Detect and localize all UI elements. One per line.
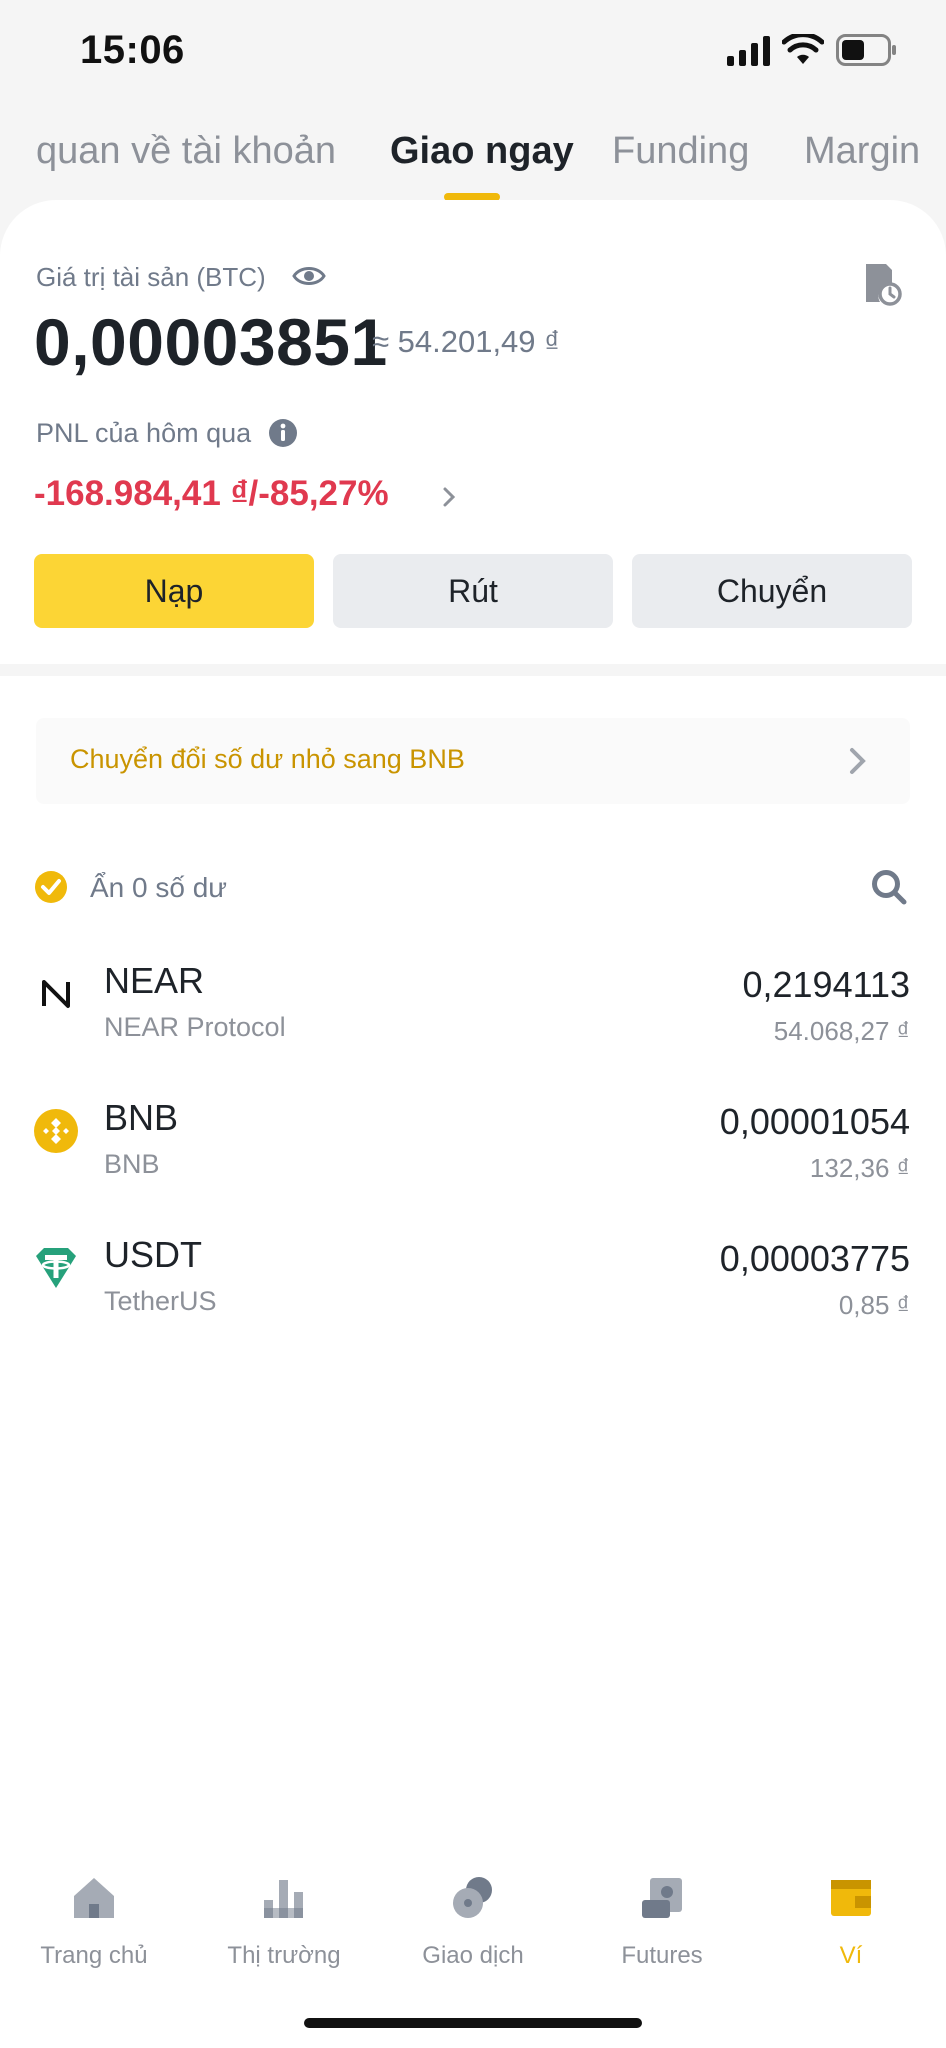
convert-banner-text: Chuyển đổi số dư nhỏ sang BNB [70, 744, 465, 774]
coin-symbol: NEAR [104, 960, 205, 1001]
nav-item-markets[interactable]: Thị trường [194, 1860, 374, 1970]
pnl-value[interactable]: -168.984,41 ₫/-85,27% [34, 474, 389, 514]
hide-zero-balance-row: Ẩn 0 số dư [0, 864, 946, 924]
nav-item-trade[interactable]: Giao dịch [383, 1860, 563, 1970]
nav-label: Ví [839, 1942, 863, 1969]
usdt-icon [36, 1248, 76, 1288]
wallet-icon [831, 1880, 871, 1916]
nav-item-wallet[interactable]: Ví [761, 1860, 941, 1970]
wallet-tabs: quan về tài khoản Giao ngay Funding Marg… [0, 120, 946, 201]
signal-icon [727, 36, 770, 66]
tab-overview[interactable]: quan về tài khoản [36, 130, 336, 173]
markets-icon [264, 1880, 303, 1918]
btc-balance: 0,00003851 [34, 305, 388, 379]
coin-symbol: USDT [104, 1234, 202, 1275]
coin-fiat-value: 54.068,27 ₫ [773, 1016, 910, 1046]
home-icon [74, 1878, 114, 1918]
info-icon[interactable] [268, 418, 298, 448]
transfer-button[interactable]: Chuyển [632, 554, 912, 628]
coin-name: TetherUS [104, 1286, 217, 1316]
nav-label: Trang chủ [40, 1942, 148, 1969]
coin-name: NEAR Protocol [104, 1012, 286, 1042]
coin-amount: 0,00001054 [719, 1101, 910, 1142]
eye-icon[interactable] [292, 262, 326, 290]
asset-row-bnb[interactable]: BNB BNB 0,00001054 132,36 ₫ [0, 1097, 946, 1217]
asset-row-near[interactable]: NEAR NEAR Protocol 0,2194113 54.068,27 ₫ [0, 960, 946, 1080]
history-icon[interactable] [862, 262, 902, 308]
status-bar: 15:06 [0, 0, 946, 100]
deposit-button[interactable]: Nạp [34, 554, 314, 628]
trade-icon [453, 1877, 492, 1918]
coin-fiat-value: 132,36 ₫ [809, 1153, 910, 1183]
fiat-balance: ≈ 54.201,49 ₫ [372, 324, 561, 359]
hide-zero-label[interactable]: Ẩn 0 số dư [90, 872, 227, 904]
bottom-nav: Trang chủ Thị trường Giao dịch Futures V… [0, 1860, 946, 1970]
tab-margin[interactable]: Margin [804, 130, 920, 173]
near-icon [42, 980, 70, 1008]
nav-label: Giao dịch [422, 1942, 524, 1969]
withdraw-button[interactable]: Rút [333, 554, 613, 628]
chevron-right-icon [850, 748, 866, 774]
nav-label: Thị trường [227, 1942, 341, 1969]
battery-icon [836, 34, 896, 66]
asset-row-usdt[interactable]: USDT TetherUS 0,00003775 0,85 ₫ [0, 1234, 946, 1354]
bnb-icon [34, 1109, 78, 1153]
coin-name: BNB [104, 1149, 160, 1179]
coin-amount: 0,00003775 [719, 1238, 910, 1279]
tab-spot[interactable]: Giao ngay [390, 130, 574, 173]
pnl-label: PNL của hôm qua [36, 418, 252, 448]
tab-funding[interactable]: Funding [612, 130, 749, 173]
coin-symbol: BNB [104, 1097, 179, 1138]
nav-item-home[interactable]: Trang chủ [4, 1860, 184, 1970]
wifi-icon [782, 34, 824, 64]
convert-small-balance-banner[interactable]: Chuyển đổi số dư nhỏ sang BNB [36, 718, 910, 804]
coin-amount: 0,2194113 [742, 964, 910, 1005]
home-indicator [304, 2018, 642, 2028]
futures-icon [642, 1878, 682, 1918]
nav-label: Futures [621, 1942, 703, 1969]
coin-fiat-value: 0,85 ₫ [838, 1290, 910, 1320]
spot-wallet-card: Giá trị tài sản (BTC) 0,00003851 ≈ 54.20… [0, 200, 946, 2048]
nav-item-futures[interactable]: Futures [572, 1860, 752, 1970]
section-divider [0, 664, 946, 676]
status-time: 15:06 [80, 28, 185, 72]
chevron-right-icon[interactable] [440, 486, 458, 508]
checkbox-checked-icon[interactable] [34, 870, 68, 904]
asset-value-label: Giá trị tài sản (BTC) [36, 262, 266, 292]
search-icon[interactable] [870, 868, 908, 906]
